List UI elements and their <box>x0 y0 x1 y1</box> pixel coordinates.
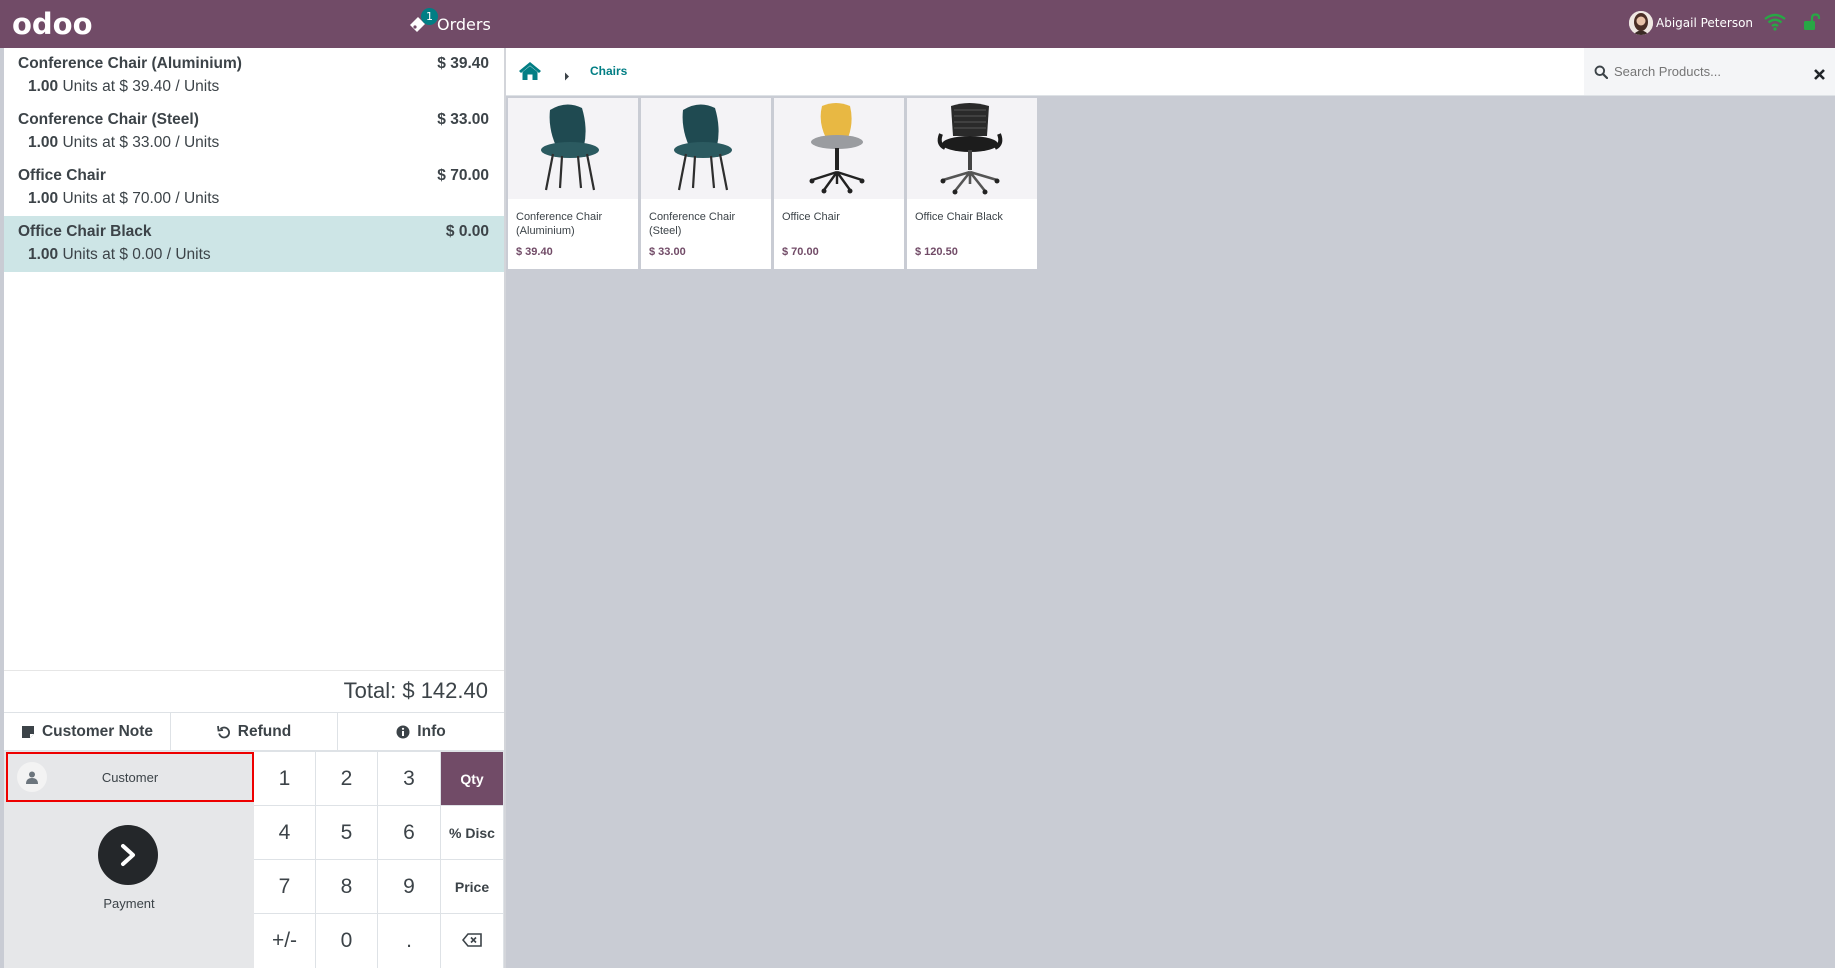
order-line-product: Office Chair Black <box>18 223 152 240</box>
order-line-product: Conference Chair (Steel) <box>18 111 199 128</box>
product-price: $ 120.50 <box>915 246 958 258</box>
order-line-qty: 1.00 <box>28 78 59 95</box>
order-line-price: $ 33.00 <box>437 111 489 128</box>
order-total: Total: $ 142.40 <box>343 678 488 703</box>
backspace-icon <box>461 929 482 953</box>
order-line-qty: 1.00 <box>28 246 59 263</box>
order-line[interactable]: Conference Chair (Steel) $ 33.00 1.00 Un… <box>4 104 504 160</box>
customer-payment-column: Customer Payment <box>4 751 254 968</box>
product-price: $ 70.00 <box>782 246 819 258</box>
products-topbar: Chairs <box>506 48 1835 96</box>
numpad-key-1[interactable]: 1 <box>254 752 316 806</box>
customer-note-label: Customer Note <box>41 722 154 740</box>
order-line-unit-price: Units at $ 39.40 / Units <box>58 78 220 95</box>
order-line-unit-price: Units at $ 70.00 / Units <box>58 190 220 207</box>
product-name: Office Chair Black <box>915 211 1003 223</box>
user-name: Abigail Peterson <box>1656 16 1754 30</box>
undo-icon <box>216 725 231 739</box>
teal-chair-icon <box>641 98 771 199</box>
user-avatar <box>1629 11 1653 35</box>
numpad-key-9[interactable]: 9 <box>378 860 441 914</box>
numpad-key-0[interactable]: 0 <box>316 914 378 968</box>
backspace-button[interactable] <box>441 914 504 968</box>
order-line-unit-price: Units at $ 33.00 / Units <box>58 134 220 151</box>
note-icon <box>21 725 35 739</box>
order-line[interactable]: Office Chair $ 70.00 1.00 Units at $ 70.… <box>4 160 504 216</box>
product-name: Office Chair <box>782 211 840 223</box>
product-price: $ 39.40 <box>516 246 553 258</box>
product-search <box>1584 48 1835 95</box>
numpad-key-3[interactable]: 3 <box>378 752 441 806</box>
refund-label: Refund <box>237 722 292 740</box>
breadcrumb-category[interactable]: Chairs <box>590 64 627 78</box>
numpad-key-7[interactable]: 7 <box>254 860 316 914</box>
info-label: Info <box>417 722 446 740</box>
qty-mode-button[interactable]: Qty <box>441 752 504 806</box>
wifi-icon <box>1764 13 1786 31</box>
info-circle-icon <box>396 725 410 739</box>
order-line-product: Conference Chair (Aluminium) <box>18 55 242 72</box>
chevron-right-icon <box>98 825 158 885</box>
control-buttons: Customer Note Refund Info <box>4 712 504 751</box>
product-price: $ 33.00 <box>649 246 686 258</box>
order-line-price: $ 39.40 <box>437 55 489 72</box>
product-card[interactable]: Conference Chair (Aluminium) $ 39.40 <box>508 98 638 269</box>
black-office-chair-icon <box>907 98 1037 199</box>
order-pane: Conference Chair (Aluminium) $ 39.40 1.0… <box>4 48 504 968</box>
product-name: Conference Chair (Aluminium) <box>516 211 603 237</box>
search-input[interactable] <box>1614 60 1804 82</box>
user-menu[interactable]: Abigail Peterson <box>1629 11 1753 35</box>
order-line-selected[interactable]: Office Chair Black $ 0.00 1.00 Units at … <box>4 216 504 272</box>
numpad-key-8[interactable]: 8 <box>316 860 378 914</box>
caret-right-icon <box>564 66 570 85</box>
discount-mode-button[interactable]: % Disc <box>441 806 504 860</box>
refund-button[interactable]: Refund <box>171 713 338 750</box>
payment-label: Payment <box>103 896 155 911</box>
order-line-price: $ 70.00 <box>437 167 489 184</box>
payment-button[interactable]: Payment <box>4 825 254 925</box>
product-card[interactable]: Office Chair Black $ 120.50 <box>907 98 1037 269</box>
numpad-key-2[interactable]: 2 <box>316 752 378 806</box>
search-icon <box>1594 64 1609 83</box>
product-card[interactable]: Office Chair $ 70.00 <box>774 98 904 269</box>
order-line-price: $ 0.00 <box>445 223 489 240</box>
numpad-key-6[interactable]: 6 <box>378 806 441 860</box>
customer-button[interactable]: Customer <box>6 752 254 802</box>
yellow-swivel-chair-icon <box>774 98 904 199</box>
order-line-info: 1.00 Units at $ 39.40 / Units <box>28 78 219 96</box>
numpad-key-plus-minus[interactable]: +/- <box>254 914 316 968</box>
unlock-icon[interactable] <box>1803 13 1821 31</box>
order-lines: Conference Chair (Aluminium) $ 39.40 1.0… <box>4 48 504 670</box>
order-line-unit-price: Units at $ 0.00 / Units <box>58 246 211 263</box>
pad-area: Customer Payment 1 2 3 Qty 4 5 6 % Disc … <box>4 751 504 968</box>
order-line-qty: 1.00 <box>28 134 59 151</box>
ticket-icon: 1 <box>407 8 438 35</box>
order-line-info: 1.00 Units at $ 70.00 / Units <box>28 190 219 208</box>
order-line-info: 1.00 Units at $ 0.00 / Units <box>28 246 211 264</box>
home-icon[interactable] <box>518 61 542 85</box>
order-line-info: 1.00 Units at $ 33.00 / Units <box>28 134 219 152</box>
orders-label: Orders <box>437 14 491 34</box>
odoo-logo: odoo <box>12 7 93 41</box>
numpad-key-4[interactable]: 4 <box>254 806 316 860</box>
product-name: Conference Chair (Steel) <box>649 211 736 237</box>
price-mode-button[interactable]: Price <box>441 860 504 914</box>
numpad-key-5[interactable]: 5 <box>316 806 378 860</box>
order-total-row: Total: $ 142.40 <box>4 670 504 712</box>
close-icon[interactable] <box>1814 65 1825 84</box>
customer-note-button[interactable]: Customer Note <box>4 713 171 750</box>
order-line[interactable]: Conference Chair (Aluminium) $ 39.40 1.0… <box>4 48 504 104</box>
numpad-key-decimal[interactable]: . <box>378 914 441 968</box>
info-button[interactable]: Info <box>338 713 504 750</box>
customer-label: Customer <box>101 769 159 785</box>
order-line-qty: 1.00 <box>28 190 59 207</box>
numpad: 1 2 3 Qty 4 5 6 % Disc 7 8 9 Price +/- 0… <box>254 751 504 968</box>
order-line-product: Office Chair <box>18 167 106 184</box>
product-card[interactable]: Conference Chair (Steel) $ 33.00 <box>641 98 771 269</box>
top-navbar: odoo 1 Orders Abigail Peterson <box>0 0 1835 48</box>
orders-count-badge: 1 <box>421 8 438 25</box>
teal-chair-icon <box>508 98 638 199</box>
pane-divider <box>504 48 506 968</box>
orders-button[interactable]: 1 Orders <box>407 8 491 38</box>
